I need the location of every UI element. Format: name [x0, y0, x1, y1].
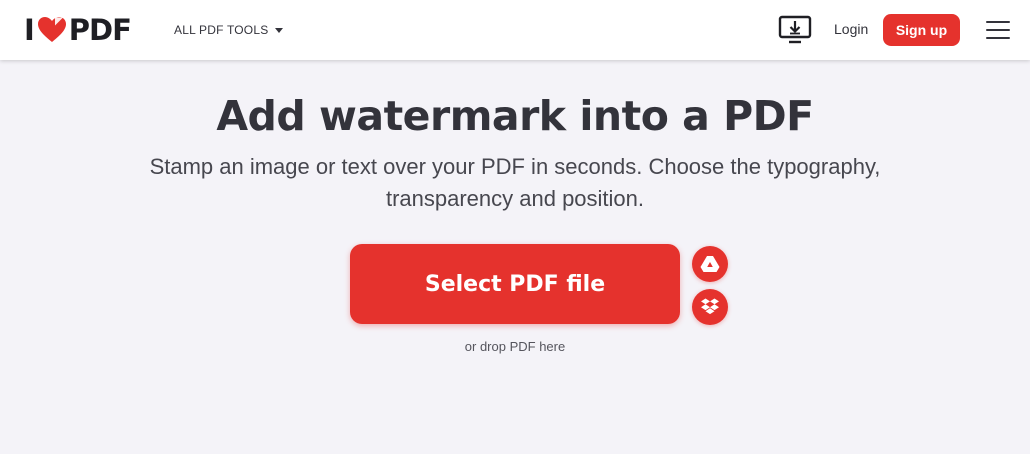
page-title: Add watermark into a PDF — [216, 92, 814, 140]
top-navbar: I PDF ALL PDF TOOLS Login Sign up — [0, 0, 1030, 60]
google-drive-button[interactable] — [692, 246, 728, 282]
page-subtitle: Stamp an image or text over your PDF in … — [115, 151, 915, 215]
heart-icon — [37, 17, 66, 42]
menu-bar — [986, 29, 1010, 31]
google-drive-icon — [700, 256, 720, 272]
logo-prefix: I — [24, 13, 35, 47]
desktop-download-icon[interactable] — [778, 15, 812, 45]
menu-bar — [986, 37, 1010, 39]
hamburger-menu-icon[interactable] — [986, 20, 1010, 40]
select-pdf-file-button[interactable]: Select PDF file — [350, 244, 680, 324]
drop-pdf-hint: or drop PDF here — [464, 339, 566, 354]
menu-bar — [986, 21, 1010, 23]
login-link[interactable]: Login — [834, 21, 868, 37]
logo-suffix: PDF — [68, 13, 132, 47]
caret-down-icon — [275, 27, 284, 33]
all-pdf-tools-label: ALL PDF TOOLS — [174, 23, 269, 37]
dropbox-icon — [701, 298, 719, 315]
subtitle-line-2: transparency and position. — [385, 186, 645, 211]
ilovepdf-logo[interactable]: I PDF — [24, 13, 132, 47]
subtitle-line-1: Stamp an image or text over your PDF in … — [149, 154, 881, 179]
signup-button[interactable]: Sign up — [883, 14, 960, 46]
all-pdf-tools-dropdown[interactable]: ALL PDF TOOLS — [174, 23, 284, 37]
dropbox-button[interactable] — [692, 289, 728, 325]
